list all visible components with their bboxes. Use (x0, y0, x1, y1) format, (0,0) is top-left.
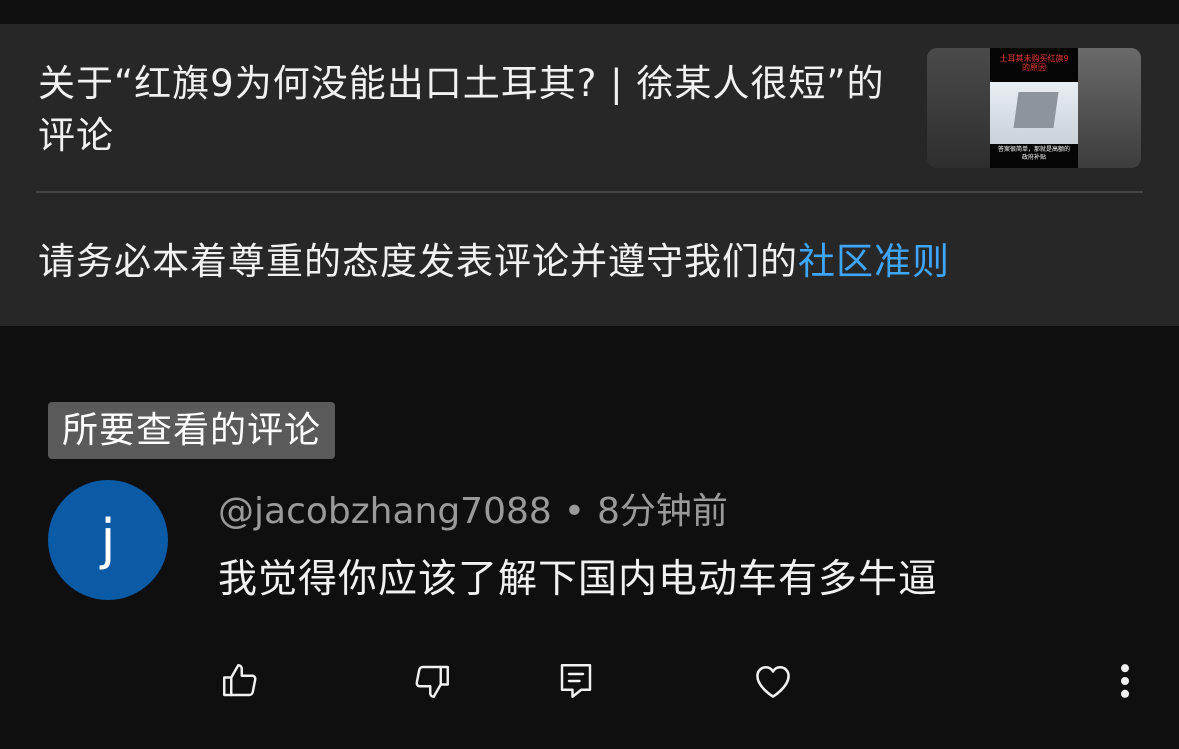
radar-tower-image (1013, 92, 1059, 128)
highlighted-comment-badge: 所要查看的评论 (48, 402, 336, 459)
video-thumbnail[interactable]: 土耳其未购买红旗9的原因 答案很简单，那就是高额的政府补贴 (927, 48, 1141, 168)
dislike-icon (411, 660, 453, 702)
community-guidelines-link[interactable]: 社区准则 (798, 240, 950, 283)
thumbnail-poster: 土耳其未购买红旗9的原因 答案很简单，那就是高额的政府补贴 (990, 48, 1078, 168)
reply-icon (555, 660, 597, 702)
thumbnail-photo (990, 82, 1078, 144)
meta-separator: • (563, 491, 586, 532)
guidelines-text: 请务必本着尊重的态度发表评论并遵守我们的 (38, 240, 798, 283)
comment-meta: @jacobzhang7088 • 8分钟前 (218, 487, 728, 537)
thumbnail-background-right (1078, 48, 1141, 168)
avatar[interactable]: j (48, 480, 168, 600)
like-icon (219, 660, 261, 702)
more-icon (1119, 659, 1131, 703)
thumbnail-poster-bottom-text: 答案很简单，那就是高额的政府补贴 (997, 146, 1070, 161)
comments-page: 关于“红旗9为何没能出口土耳其? | 徐某人很短”的评论 土耳其未购买红旗9的原… (0, 0, 1179, 749)
dislike-button[interactable] (408, 657, 456, 705)
more-options-button[interactable] (1101, 657, 1149, 705)
comment-time: 8分钟前 (597, 491, 728, 532)
like-button[interactable] (216, 657, 264, 705)
heart-icon (751, 659, 795, 703)
top-strip (0, 0, 1179, 24)
thumbnail-poster-top-text: 土耳其未购买红旗9的原因 (999, 54, 1069, 72)
header-divider (36, 191, 1143, 193)
reply-button[interactable] (552, 657, 600, 705)
comment-text: 我觉得你应该了解下国内电动车有多牛逼 (218, 557, 939, 602)
thumbnail-background-left (927, 48, 990, 168)
heart-button[interactable] (749, 657, 797, 705)
video-title[interactable]: 关于“红旗9为何没能出口土耳其? | 徐某人很短”的评论 (38, 58, 908, 162)
guidelines-notice: 请务必本着尊重的态度发表评论并遵守我们的社区准则 (38, 234, 1148, 290)
comment-author[interactable]: @jacobzhang7088 (218, 491, 552, 532)
